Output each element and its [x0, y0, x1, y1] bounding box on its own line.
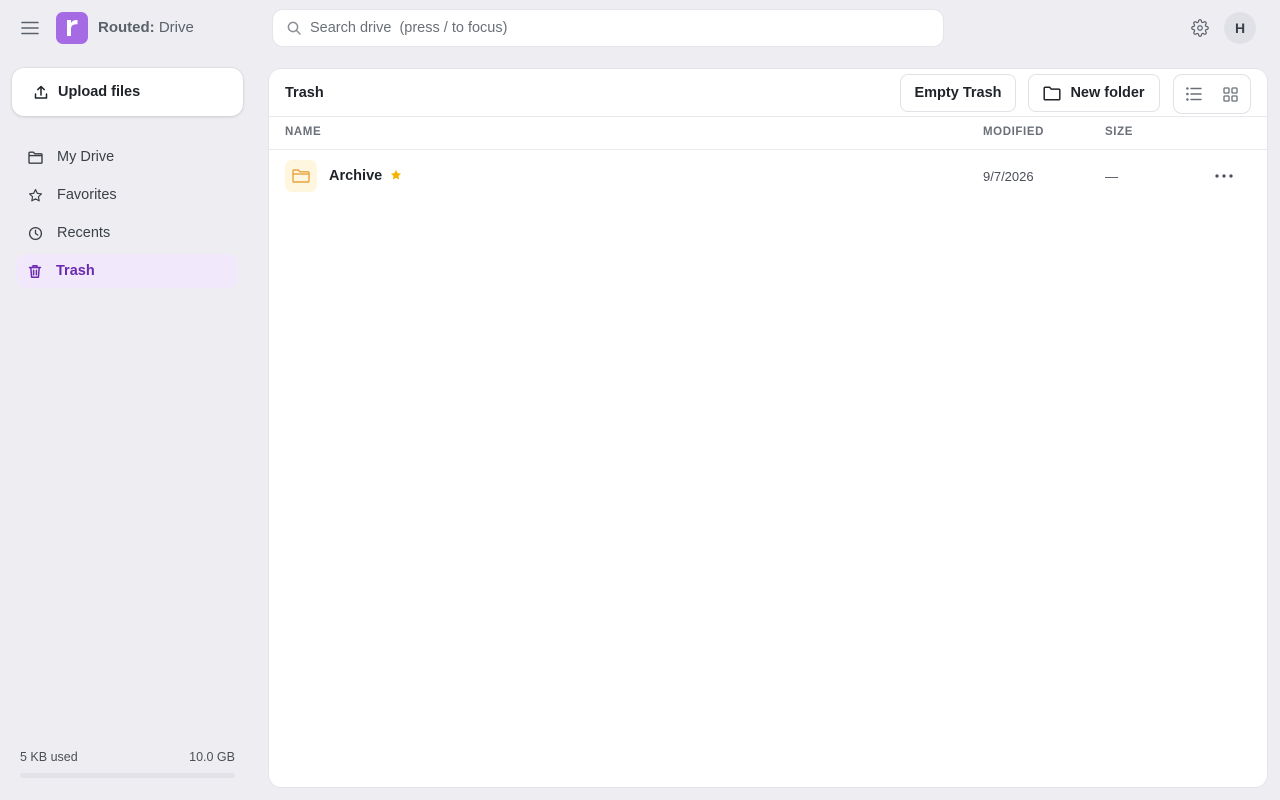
new-folder-button[interactable]: New folder [1028, 74, 1160, 112]
grid-view-button[interactable] [1212, 76, 1248, 112]
empty-trash-button[interactable]: Empty Trash [900, 74, 1016, 112]
folder-thumbnail [285, 160, 317, 192]
new-folder-label: New folder [1070, 85, 1145, 101]
sidebar-item-label: Recents [57, 225, 111, 241]
starred-icon[interactable] [390, 169, 402, 181]
upload-icon [34, 85, 48, 99]
sidebar-item-my-drive[interactable]: My Drive [16, 140, 238, 174]
brand-product: Drive [154, 19, 194, 36]
sidebar-item-label: Favorites [57, 187, 117, 203]
sidebar-item-label: Trash [56, 263, 95, 279]
view-mode-toggle [1173, 74, 1251, 114]
storage-bar [20, 773, 235, 778]
table-row[interactable]: Archive 9/7/2026 — [269, 150, 1267, 202]
hamburger-icon [21, 21, 39, 35]
sidebar-nav: My Drive Favorites Recents Trash [16, 140, 238, 292]
gear-icon [1191, 19, 1209, 37]
trash-icon [28, 264, 42, 278]
empty-trash-label: Empty Trash [914, 85, 1002, 101]
star-icon [28, 188, 43, 201]
top-bar: Routed: Drive H [0, 0, 1280, 56]
file-panel: Trash Empty Trash New folder NAME MODIFI… [269, 69, 1267, 787]
user-avatar[interactable]: H [1224, 12, 1256, 44]
upload-files-button[interactable]: Upload files [12, 68, 243, 116]
grid-view-icon [1222, 86, 1238, 102]
search-input[interactable] [310, 20, 910, 36]
hamburger-menu-button[interactable] [16, 14, 44, 42]
app-logo[interactable] [56, 12, 88, 44]
column-header-name[interactable]: NAME [285, 126, 321, 138]
file-modified: 9/7/2026 [983, 169, 1034, 184]
storage-total: 10.0 GB [189, 750, 235, 764]
settings-button[interactable] [1186, 14, 1214, 42]
sidebar-item-recents[interactable]: Recents [16, 216, 238, 250]
storage-meter: 5 KB used 10.0 GB [20, 750, 235, 778]
storage-used: 5 KB used [20, 750, 78, 764]
sidebar-item-label: My Drive [57, 149, 115, 165]
row-more-options-button[interactable] [1209, 162, 1239, 190]
more-horizontal-icon [1215, 174, 1233, 178]
brand-name: Routed: [98, 19, 155, 36]
search-bar[interactable] [273, 10, 943, 46]
logo-r-mark [67, 20, 78, 36]
column-header-modified[interactable]: MODIFIED [983, 126, 1044, 138]
folder-icon [1043, 85, 1061, 101]
file-size: — [1105, 169, 1118, 184]
column-header-size[interactable]: SIZE [1105, 126, 1133, 138]
sidebar-item-trash[interactable]: Trash [16, 254, 238, 288]
page-title: Trash [285, 85, 324, 101]
folder-icon [28, 151, 43, 164]
list-view-button[interactable] [1176, 76, 1212, 112]
file-name: Archive [329, 168, 383, 184]
header-divider [269, 116, 1267, 117]
folder-icon [292, 169, 310, 183]
app-title: Routed: Drive [98, 19, 194, 36]
search-icon [287, 21, 301, 35]
sidebar-item-favorites[interactable]: Favorites [16, 178, 238, 212]
clock-icon [28, 226, 43, 240]
upload-files-label: Upload files [58, 84, 141, 100]
list-view-icon [1186, 87, 1202, 101]
